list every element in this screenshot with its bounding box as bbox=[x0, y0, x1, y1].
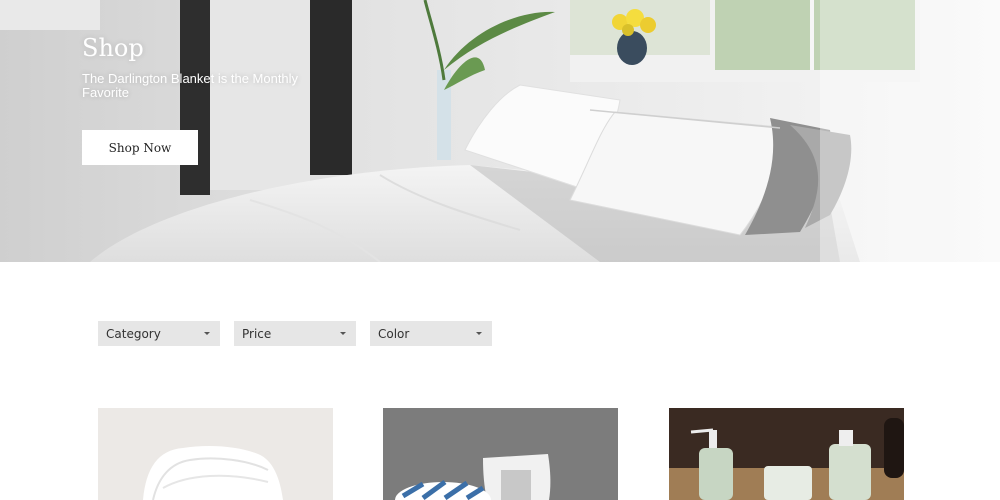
color-filter-dropdown[interactable]: Color bbox=[370, 321, 492, 346]
towels-product-image bbox=[98, 408, 333, 500]
product-tile-towels[interactable] bbox=[98, 408, 333, 500]
category-filter-dropdown[interactable]: Category bbox=[98, 321, 220, 346]
caret-down-icon bbox=[204, 332, 210, 335]
caret-down-icon bbox=[340, 332, 346, 335]
caret-down-icon bbox=[476, 332, 482, 335]
price-filter-label: Price bbox=[242, 326, 272, 341]
color-filter-label: Color bbox=[378, 326, 410, 341]
hero-title: Shop bbox=[82, 34, 144, 62]
price-filter-dropdown[interactable]: Price bbox=[234, 321, 356, 346]
calm-bath-product-image bbox=[669, 408, 904, 500]
pillows-product-image bbox=[383, 408, 618, 500]
filter-bar: Category Price Color bbox=[98, 321, 492, 346]
product-tile-pillows[interactable] bbox=[383, 408, 618, 500]
product-tile-calm-bath[interactable] bbox=[669, 408, 904, 500]
shop-now-button[interactable]: Shop Now bbox=[82, 130, 198, 165]
category-filter-label: Category bbox=[106, 326, 161, 341]
hero-banner: Shop The Darlington Blanket is the Month… bbox=[0, 0, 1000, 262]
hero-subtitle: The Darlington Blanket is the Monthly Fa… bbox=[82, 71, 299, 100]
